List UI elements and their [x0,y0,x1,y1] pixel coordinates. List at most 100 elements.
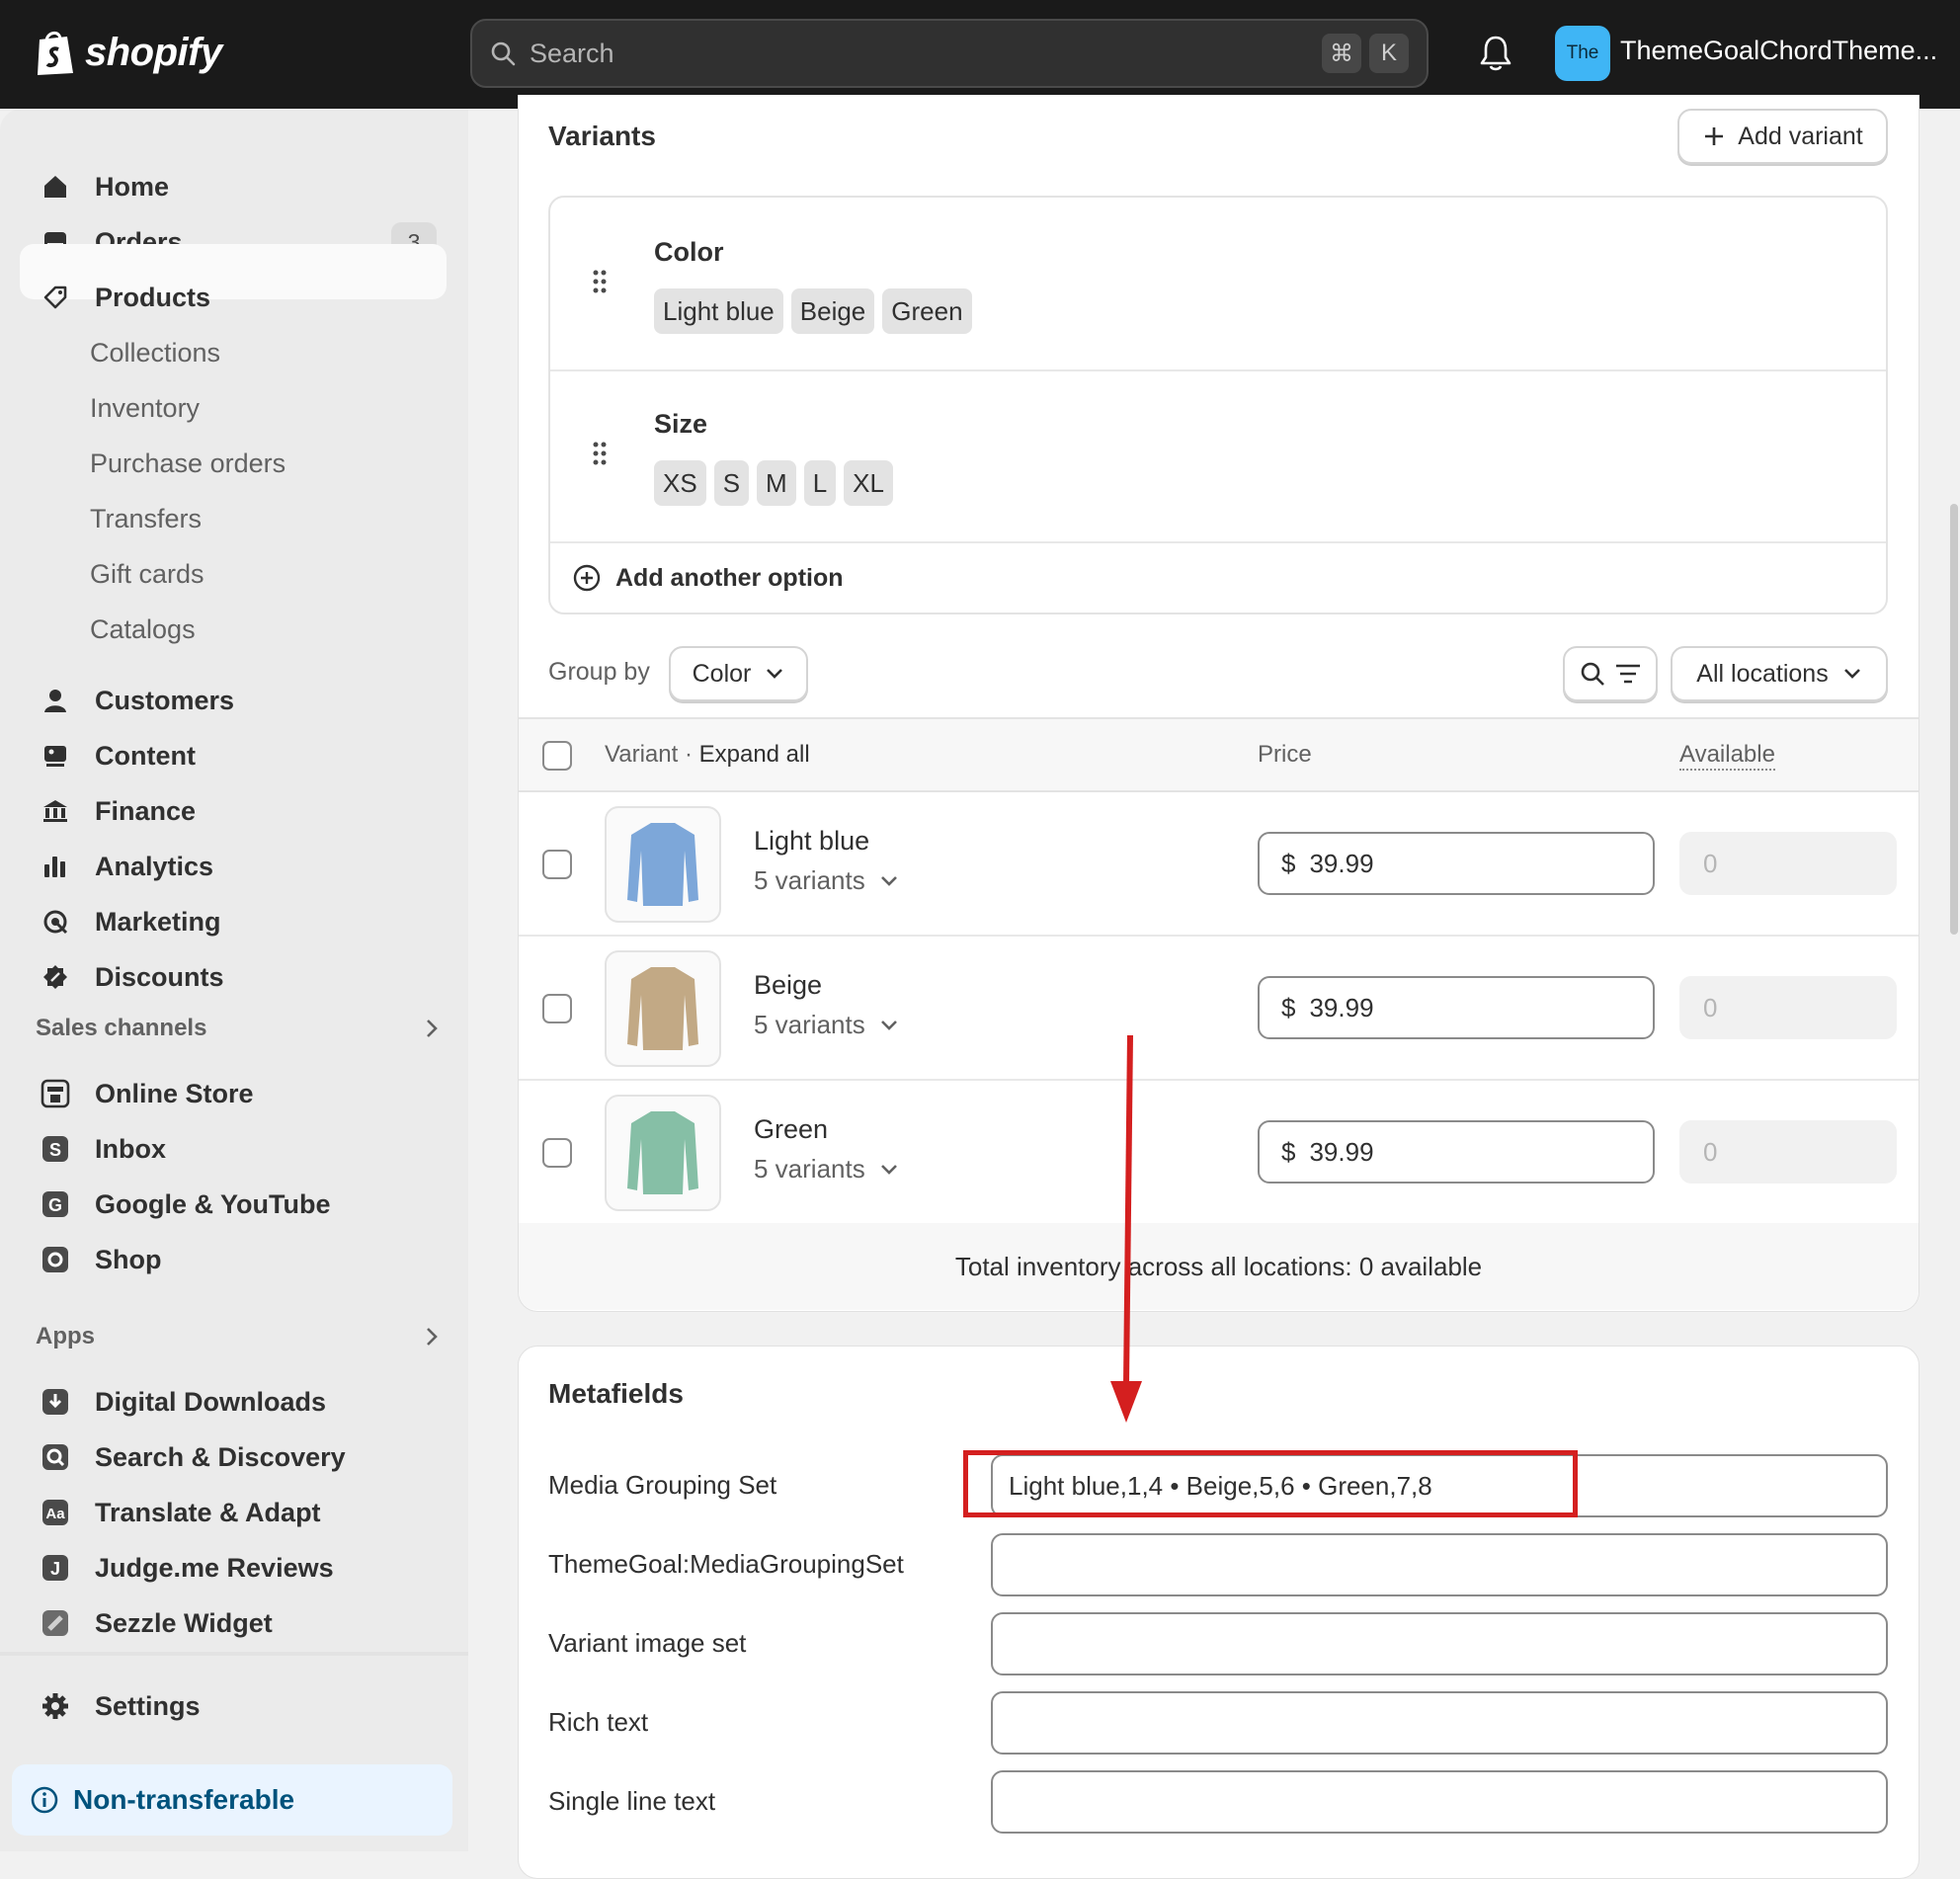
brand-name: shopify [85,30,222,74]
available-column-header[interactable]: Available [1679,741,1775,771]
bank-icon [43,800,67,822]
sidebar-item-google-youtube[interactable]: G Google & YouTube [20,1177,447,1232]
rich-text-input[interactable] [991,1691,1888,1755]
variant-count-toggle[interactable]: 5 variants [754,865,899,896]
sidebar-item-label: Home [95,171,170,202]
sidebar-item-sezzle[interactable]: Sezzle Widget [20,1595,447,1651]
price-input[interactable]: $39.99 [1258,1120,1655,1184]
svg-text:G: G [48,1195,62,1215]
row-checkbox[interactable] [542,1138,572,1168]
variant-count-toggle[interactable]: 5 variants [754,1154,899,1185]
store-name[interactable]: ThemeGoalChordTheme... [1620,36,1937,66]
single-line-text-input[interactable] [991,1770,1888,1834]
group-by-label: Group by [548,658,650,686]
apps-title: Apps [36,1323,95,1349]
sidebar-item-shop[interactable]: Shop [20,1232,447,1287]
sidebar-item-home[interactable]: Home [20,159,447,214]
available-input[interactable]: 0 [1679,976,1897,1039]
sidebar-item-discounts[interactable]: Discounts [20,949,447,1005]
option-value-chip: Light blue [654,288,783,334]
price-column-header: Price [1258,741,1312,768]
sidebar-item-label: Translate & Adapt [95,1497,321,1527]
shopify-logo[interactable]: shopify [34,28,222,77]
store-avatar[interactable]: The [1555,26,1610,81]
sidebar-item-collections[interactable]: Collections [20,325,447,380]
chevron-down-icon [1843,669,1860,679]
sidebar-item-products-label[interactable]: Products [20,270,447,325]
sidebar-item-search-discovery[interactable]: Search & Discovery [20,1430,447,1485]
variant-thumbnail[interactable] [605,1095,721,1211]
download-app-icon [42,1389,68,1415]
sidebar-item-online-store[interactable]: Online Store [20,1066,447,1121]
notifications-button[interactable] [1478,34,1513,73]
sidebar-item-translate-adapt[interactable]: Aa Translate & Adapt [20,1485,447,1540]
content-icon [44,746,66,767]
chevron-right-icon [427,1020,438,1037]
metafield-label: ThemeGoal:MediaGroupingSet [548,1549,904,1579]
option-name-size[interactable]: Size [654,409,707,440]
sidebar-item-gift-cards[interactable]: Gift cards [20,546,447,602]
sidebar-item-content[interactable]: Content [20,728,447,783]
inbox-app-icon: S [42,1136,68,1162]
sidebar-item-inventory[interactable]: Inventory [20,380,447,436]
variant-thumbnail[interactable] [605,806,721,923]
sidebar-item-label: Digital Downloads [95,1386,327,1417]
sidebar-item-judgeme[interactable]: J Judge.me Reviews [20,1540,447,1595]
color-values[interactable]: Light blue Beige Green [654,288,972,334]
search-filter-button[interactable] [1563,646,1658,701]
sidebar-item-label: Finance [95,795,197,826]
variant-group-row[interactable]: Beige 5 variants $39.99 0 [519,937,1919,1081]
sidebar-item-finance[interactable]: Finance [20,783,447,839]
chevron-right-icon [427,1328,438,1346]
option-divider [550,369,1886,371]
non-transferable-label: Non-transferable [73,1784,295,1815]
sidebar-item-digital-downloads[interactable]: Digital Downloads [20,1374,447,1430]
sales-channels-header[interactable]: Sales channels [36,1015,441,1042]
sidebar-item-purchase-orders[interactable]: Purchase orders [20,436,447,491]
scrollbar-thumb[interactable] [1950,504,1958,935]
sidebar-item-label: Catalogs [90,613,196,644]
drag-handle-icon[interactable] [592,269,608,294]
available-input[interactable]: 0 [1679,1120,1897,1184]
add-another-option-button[interactable]: Add another option [572,563,844,593]
sidebar-item-catalogs[interactable]: Catalogs [20,602,447,657]
size-values[interactable]: XS S M L XL [654,460,893,506]
search-placeholder: Search [530,38,614,68]
variants-table-header: Variant · Expand all Price Available [519,717,1919,792]
add-variant-button[interactable]: Add variant [1677,109,1888,164]
locations-select[interactable]: All locations [1671,646,1888,701]
sidebar-item-transfers[interactable]: Transfers [20,491,447,546]
variant-column-header: Variant · Expand all [605,741,810,769]
apps-header[interactable]: Apps [36,1323,441,1350]
group-by-select[interactable]: Color [669,646,808,701]
option-name-color[interactable]: Color [654,237,724,268]
variant-thumbnail[interactable] [605,950,721,1067]
themegoal-media-grouping-input[interactable] [991,1533,1888,1596]
price-value: 39.99 [1309,1136,1374,1167]
expand-all-link[interactable]: Expand all [699,741,810,768]
variant-image-set-input[interactable] [991,1612,1888,1675]
non-transferable-banner[interactable]: Non-transferable [12,1764,452,1836]
sidebar-item-marketing[interactable]: Marketing [20,894,447,949]
search-bar[interactable]: Search ⌘ K [470,19,1429,88]
variant-group-row[interactable]: Green 5 variants $39.99 0 [519,1081,1919,1225]
sidebar-item-customers[interactable]: Customers [20,673,447,728]
metafield-label: Rich text [548,1707,649,1737]
variant-group-row[interactable]: Light blue 5 variants $39.99 0 [519,792,1919,937]
row-checkbox[interactable] [542,994,572,1023]
metafield-label: Media Grouping Set [548,1470,777,1500]
variant-header-label: Variant [605,741,679,768]
top-bar: shopify Search ⌘ K The ThemeGoalChordThe… [0,0,1960,109]
select-all-checkbox[interactable] [542,741,572,771]
sidebar-item-settings[interactable]: Settings [20,1678,447,1734]
sidebar-item-inbox[interactable]: S Inbox [20,1121,447,1177]
sidebar-item-analytics[interactable]: Analytics [20,839,447,894]
variant-count-toggle[interactable]: 5 variants [754,1010,899,1040]
drag-handle-icon[interactable] [592,441,608,466]
row-checkbox[interactable] [542,850,572,879]
price-input[interactable]: $39.99 [1258,832,1655,895]
price-input[interactable]: $39.99 [1258,976,1655,1039]
plus-icon [1705,127,1724,145]
available-input[interactable]: 0 [1679,832,1897,895]
price-value: 39.99 [1309,848,1374,878]
